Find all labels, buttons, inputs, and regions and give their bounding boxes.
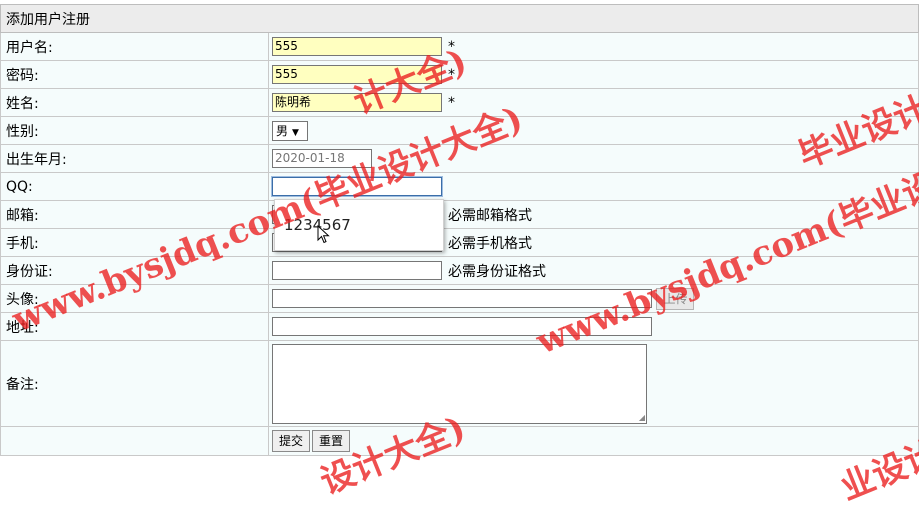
birth-label: 出生年月: [0,144,269,173]
name-label: 姓名: [0,88,269,117]
resize-grip-icon[interactable]: ◢ [639,413,645,422]
chevron-down-icon: ▼ [292,127,299,138]
gender-selected: 男 [276,123,289,138]
qq-input[interactable] [272,177,442,196]
username-input[interactable]: 555 [272,37,442,56]
password-input[interactable]: 555 [272,65,442,84]
gender-label: 性别: [0,116,269,145]
required-mark: * [448,66,455,83]
idcard-hint: 必需身份证格式 [448,263,546,280]
avatar-label: 头像: [0,284,269,313]
address-input[interactable] [272,317,652,336]
email-label: 邮箱: [0,200,269,229]
remark-label: 备注: [0,340,269,427]
password-label: 密码: [0,60,269,89]
required-mark: * [448,38,455,55]
upload-button[interactable]: 上传 [656,287,695,310]
gender-select[interactable]: 男 ▼ [272,120,308,141]
register-form: 添加用户注册 用户名: 555 * 密码: 555 * 姓名: 陈明希 * 性别: 男… [0,4,919,456]
autocomplete-dropdown[interactable]: 1234567 [274,199,444,251]
birth-date-input[interactable]: 2020-01-18 [272,149,372,168]
reset-button[interactable]: 重置 [312,430,351,452]
phone-label: 手机: [0,228,269,257]
address-label: 地址: [0,312,269,341]
idcard-input[interactable] [272,261,442,280]
avatar-input[interactable] [272,289,652,308]
phone-hint: 必需手机格式 [448,235,532,252]
required-mark: * [448,94,455,111]
empty-cell [0,426,269,456]
remark-textarea[interactable]: ◢ [272,343,647,424]
name-input[interactable]: 陈明希 [272,93,442,112]
qq-label: QQ: [0,172,269,201]
idcard-label: 身份证: [0,256,269,285]
submit-button[interactable]: 提交 [272,430,311,452]
email-hint: 必需邮箱格式 [448,207,532,224]
mouse-cursor-icon [317,225,330,244]
form-title: 添加用户注册 [0,4,919,33]
username-label: 用户名: [0,32,269,61]
